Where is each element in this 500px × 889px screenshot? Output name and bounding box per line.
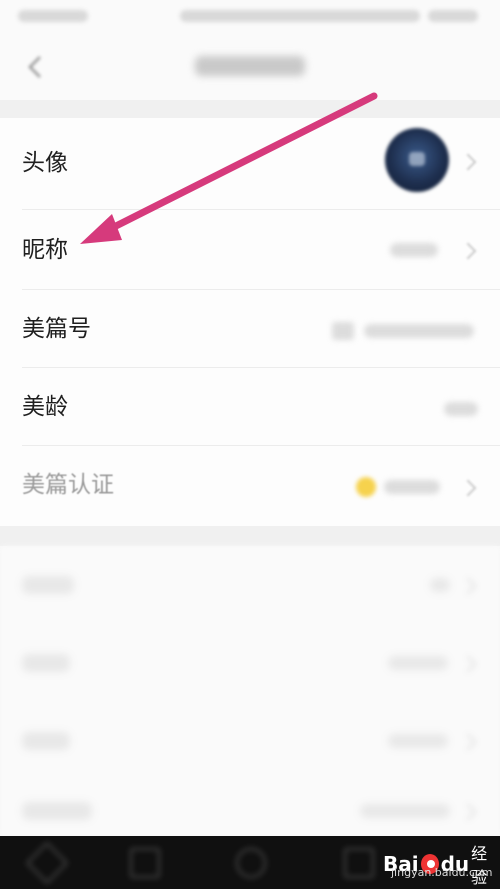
row-meipian-id[interactable]: 美篇号	[0, 290, 500, 368]
page-title	[195, 56, 305, 76]
recents-icon[interactable]	[344, 848, 374, 878]
row-birthday[interactable]	[0, 624, 500, 702]
section-gap	[0, 100, 500, 118]
row-label: 美龄	[22, 394, 68, 420]
status-bar	[0, 0, 500, 34]
row-occupation[interactable]	[0, 702, 500, 780]
row-nickname[interactable]: 昵称	[0, 210, 500, 290]
watermark-text: 经验	[471, 844, 488, 887]
baidu-watermark: Bai du 经验	[383, 840, 500, 888]
section-gap	[0, 526, 500, 546]
row-hometown[interactable]	[0, 780, 500, 836]
copy-icon	[332, 322, 354, 340]
back-nav-icon[interactable]	[130, 848, 160, 878]
certification-value	[384, 480, 440, 494]
meipian-id-value	[364, 324, 474, 338]
watermark-url: jingyan.baidu.com	[391, 866, 493, 879]
row-label: 头像	[22, 150, 68, 176]
row-label: 昵称	[22, 237, 68, 263]
home-icon[interactable]	[236, 848, 266, 878]
age-value	[444, 402, 478, 416]
details-section	[0, 546, 500, 836]
row-age[interactable]: 美龄	[0, 368, 500, 446]
chevron-right-icon	[459, 479, 477, 497]
back-icon[interactable]	[24, 54, 48, 80]
badge-icon	[356, 477, 376, 497]
row-label: 美篇认证	[22, 472, 114, 498]
row-label: 美篇号	[22, 316, 91, 342]
avatar-image[interactable]	[385, 128, 449, 192]
row-gender[interactable]	[0, 546, 500, 624]
nickname-value	[390, 243, 438, 257]
menu-icon[interactable]	[25, 841, 69, 885]
row-certification[interactable]: 美篇认证	[0, 446, 500, 526]
nav-bar	[0, 34, 500, 100]
chevron-right-icon	[459, 242, 477, 260]
